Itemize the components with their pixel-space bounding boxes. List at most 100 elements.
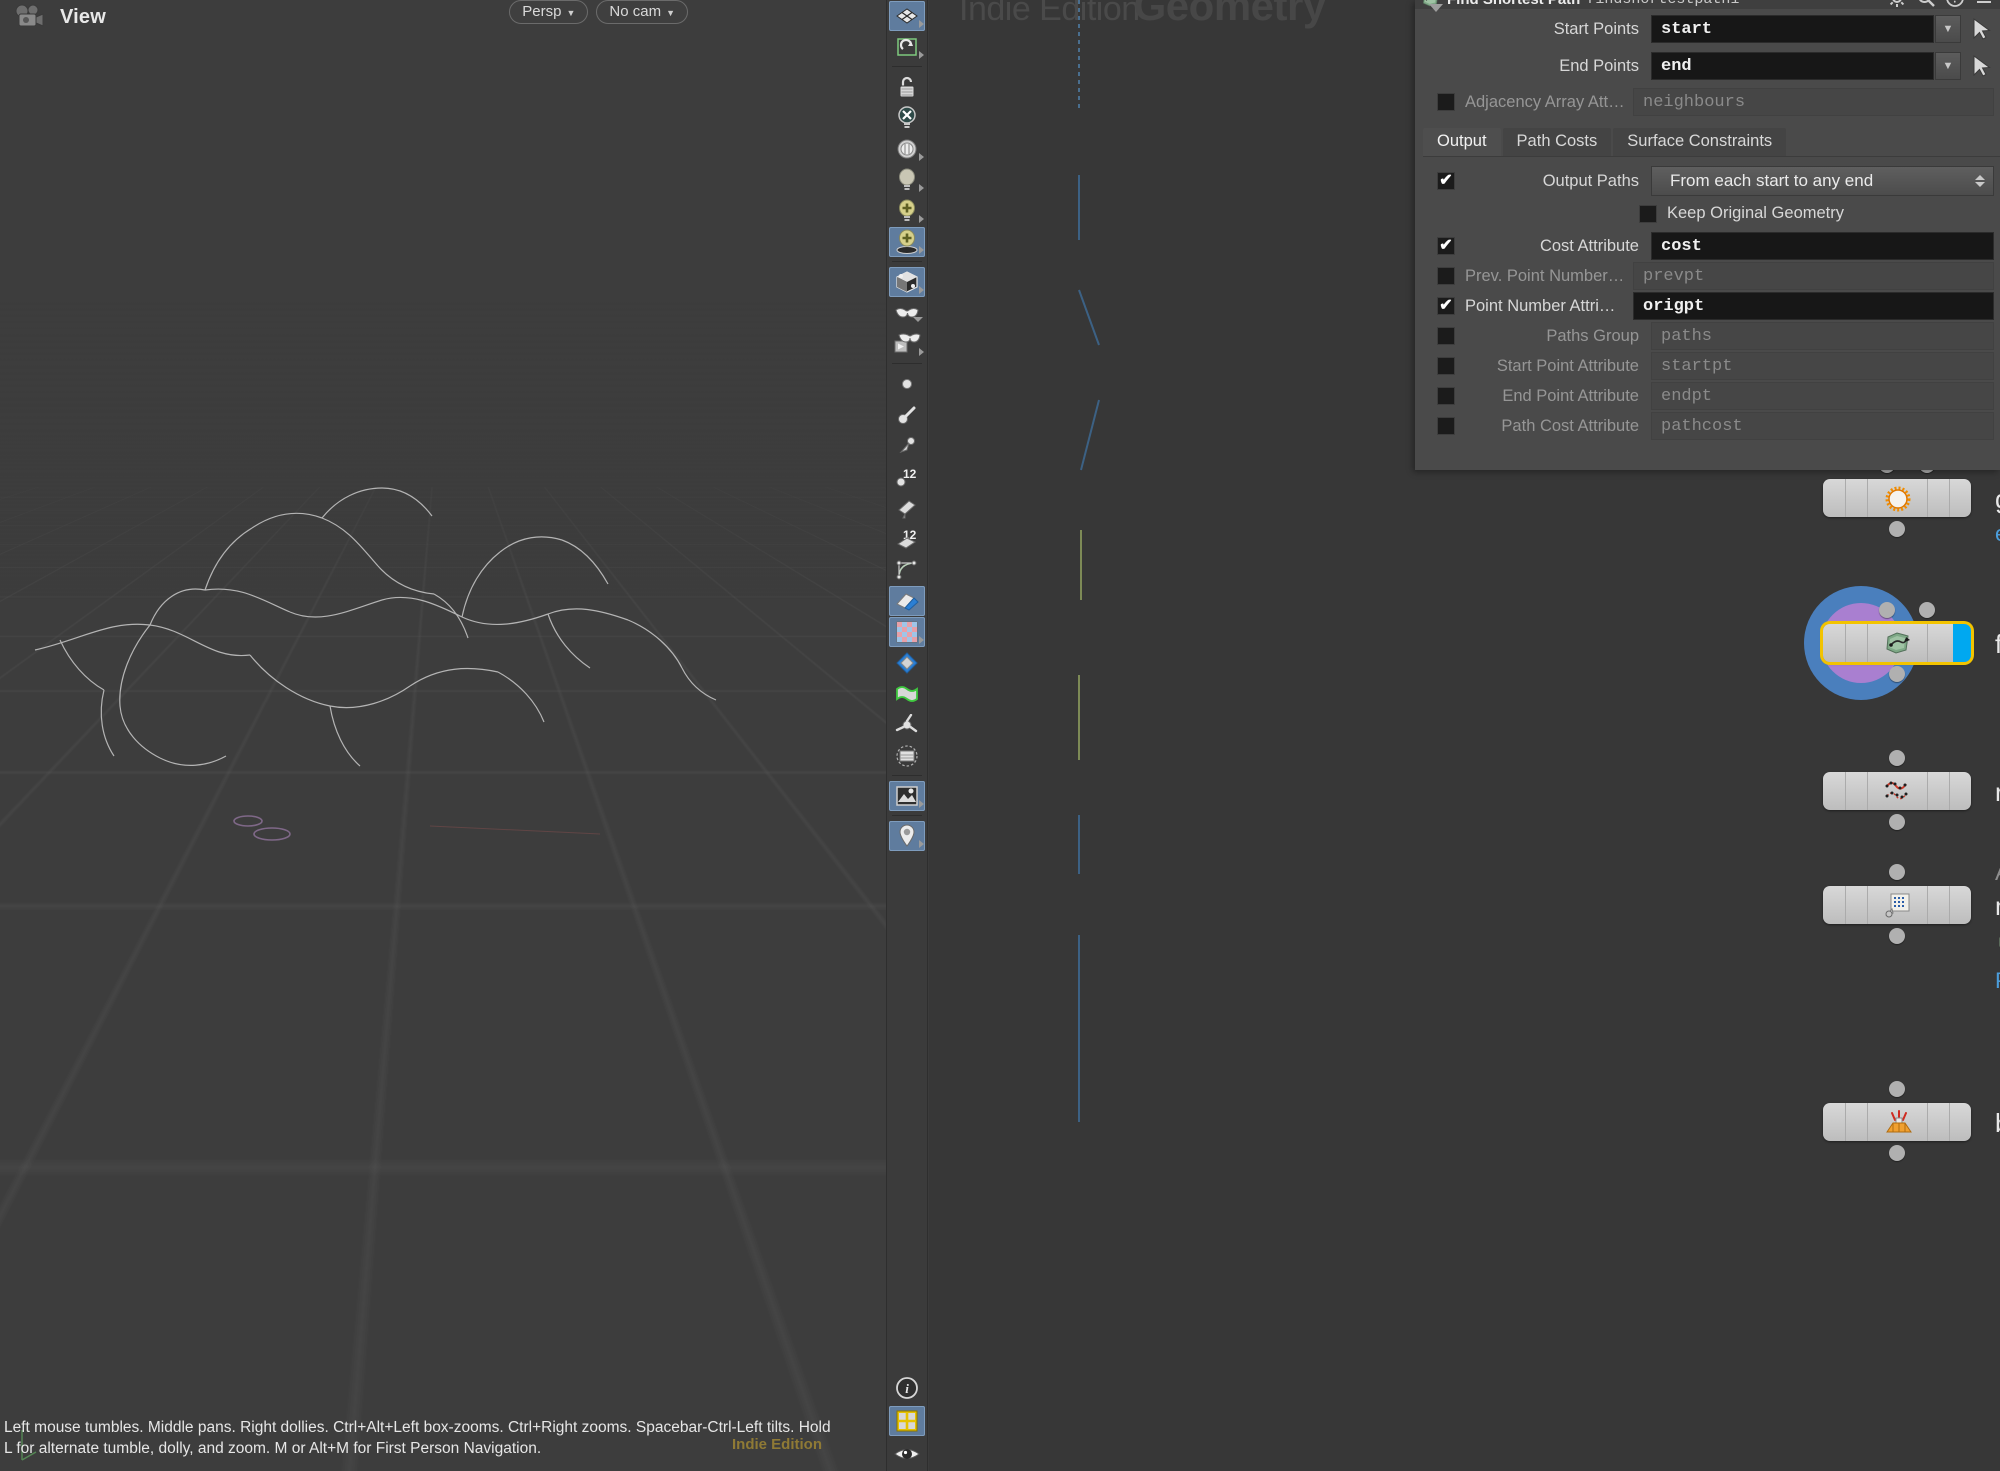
handle-tool-icon[interactable]: [889, 32, 925, 62]
deform-icon[interactable]: [889, 679, 925, 709]
parameter-pane-header-icons[interactable]: ?: [1887, 0, 1994, 8]
parameter-tabs[interactable]: Output Path Costs Surface Constraints: [1423, 127, 2000, 157]
param-row-prev-point-number[interactable]: Prev. Point Number… prevpt: [1415, 262, 2000, 290]
point-number-attribute-input[interactable]: origpt: [1633, 292, 1994, 320]
start-points-input[interactable]: start: [1651, 15, 1934, 43]
material-icon[interactable]: [889, 648, 925, 678]
end-points-input[interactable]: end: [1651, 52, 1934, 80]
eye-visibility-icon[interactable]: [889, 1439, 925, 1469]
select-tool-icon[interactable]: [889, 1, 925, 31]
viewport-toolbar[interactable]: 12 12 i: [886, 0, 928, 1471]
point-display-icon[interactable]: [889, 369, 925, 399]
cost-attribute-input[interactable]: cost: [1651, 232, 1994, 260]
node-input-port[interactable]: [1889, 864, 1905, 880]
adjacency-array-checkbox[interactable]: [1437, 93, 1455, 111]
info-icon[interactable]: i: [889, 1373, 925, 1403]
pin-marker-icon[interactable]: [889, 821, 925, 851]
displace-icon[interactable]: [889, 586, 925, 616]
parameter-pane[interactable]: Find Shortest Path findshortestpath1 ? S…: [1415, 0, 2000, 470]
node-body[interactable]: [1823, 624, 1971, 662]
paths-group-checkbox[interactable]: [1437, 327, 1455, 345]
param-row-adjacency-array[interactable]: Adjacency Array Att… neighbours: [1415, 88, 2000, 116]
normals-icon[interactable]: [889, 400, 925, 430]
node-body[interactable]: [1823, 479, 1971, 517]
point-number-attribute-checkbox[interactable]: ✔: [1437, 297, 1455, 315]
prim-numbers-icon[interactable]: 12: [889, 524, 925, 554]
vectors-icon[interactable]: [889, 431, 925, 461]
light-off-icon[interactable]: [889, 165, 925, 195]
tab-output[interactable]: Output: [1423, 128, 1501, 156]
end-points-menu-button[interactable]: ▼: [1935, 52, 1961, 80]
param-row-cost-attribute[interactable]: ✔ Cost Attribute cost: [1415, 232, 2000, 260]
grid-snap-icon[interactable]: [889, 1406, 925, 1436]
ghost-glasses-icon[interactable]: [889, 298, 925, 328]
param-row-path-cost-attribute[interactable]: Path Cost Attribute pathcost: [1415, 412, 2000, 440]
camera-dropdown[interactable]: No cam ▼: [596, 0, 688, 24]
node-output-port[interactable]: [1889, 521, 1905, 537]
output-paths-checkbox[interactable]: ✔: [1437, 172, 1455, 190]
no-light-icon[interactable]: [889, 103, 925, 133]
lock-icon[interactable]: [889, 72, 925, 102]
path-cost-attribute-input[interactable]: pathcost: [1651, 412, 1994, 440]
param-row-keep-original-geometry[interactable]: Keep Original Geometry: [1639, 204, 2000, 223]
node-output-port[interactable]: [1889, 1145, 1905, 1161]
param-row-output-paths[interactable]: ✔ Output Paths From each start to any en…: [1415, 166, 2000, 196]
cost-attribute-checkbox[interactable]: ✔: [1437, 237, 1455, 255]
param-row-paths-group[interactable]: Paths Group paths: [1415, 322, 2000, 350]
node-body[interactable]: [1823, 886, 1971, 924]
param-row-end-points[interactable]: End Points end ▼: [1415, 52, 2000, 80]
prim-display-icon[interactable]: [889, 493, 925, 523]
help-icon[interactable]: ?: [1945, 0, 1965, 8]
start-point-attribute-input[interactable]: startpt: [1651, 352, 1994, 380]
viewport[interactable]: View Persp ▼ No cam ▼ Left mouse tumbles…: [0, 0, 886, 1471]
start-point-attribute-checkbox[interactable]: [1437, 357, 1455, 375]
light-add-icon[interactable]: [889, 196, 925, 226]
background-image-icon[interactable]: [889, 781, 925, 811]
start-points-menu-button[interactable]: ▼: [1935, 15, 1961, 43]
display-flag[interactable]: [1953, 624, 1971, 662]
viewport-camera-pills[interactable]: Persp ▼ No cam ▼: [509, 0, 688, 24]
headlight-icon[interactable]: [889, 134, 925, 164]
persp-dropdown[interactable]: Persp ▼: [509, 0, 589, 24]
param-row-start-points[interactable]: Start Points start ▼: [1415, 15, 2000, 43]
start-points-jump-button[interactable]: [1968, 16, 1994, 42]
search-icon[interactable]: [1916, 0, 1936, 8]
curve-hull-icon[interactable]: [889, 555, 925, 585]
xray-glasses-icon[interactable]: [889, 329, 925, 359]
tab-surface-constraints[interactable]: Surface Constraints: [1613, 128, 1787, 156]
chevron-down-icon[interactable]: [1429, 4, 1443, 12]
node-input-port-2[interactable]: [1919, 602, 1935, 618]
menu-icon[interactable]: [1974, 0, 1994, 8]
node-output-port[interactable]: [1889, 666, 1905, 682]
end-points-jump-button[interactable]: [1968, 53, 1994, 79]
end-point-attribute-checkbox[interactable]: [1437, 387, 1455, 405]
node-input-port[interactable]: [1889, 1081, 1905, 1097]
node-input-port[interactable]: [1889, 750, 1905, 766]
node-body[interactable]: [1823, 772, 1971, 810]
adjacency-array-input[interactable]: neighbours: [1633, 88, 1994, 116]
param-row-point-number-attribute[interactable]: ✔ Point Number Attri… origpt: [1415, 292, 2000, 320]
tab-path-costs[interactable]: Path Costs: [1502, 128, 1612, 156]
texture-icon[interactable]: [889, 617, 925, 647]
prev-point-number-input[interactable]: prevpt: [1633, 262, 1994, 290]
spinner-icon[interactable]: [1975, 175, 1985, 187]
output-paths-dropdown[interactable]: From each start to any end: [1651, 166, 1994, 196]
paths-group-input[interactable]: paths: [1651, 322, 1994, 350]
prev-point-number-checkbox[interactable]: [1437, 267, 1455, 285]
node-body[interactable]: [1823, 1103, 1971, 1141]
light-ground-icon[interactable]: [889, 227, 925, 257]
particles-icon[interactable]: [889, 710, 925, 740]
shading-cube-icon[interactable]: [889, 267, 925, 297]
keep-original-geometry-checkbox[interactable]: [1639, 204, 1657, 223]
volume-icon[interactable]: [889, 741, 925, 771]
node-input-port[interactable]: [1879, 602, 1895, 618]
param-row-end-point-attribute[interactable]: End Point Attribute endpt: [1415, 382, 2000, 410]
node-output-port[interactable]: [1889, 928, 1905, 944]
gear-icon[interactable]: [1887, 0, 1907, 8]
blast-icon: [1884, 1109, 1912, 1135]
path-cost-attribute-checkbox[interactable]: [1437, 417, 1455, 435]
node-output-port[interactable]: [1889, 814, 1905, 830]
point-numbers-icon[interactable]: 12: [889, 462, 925, 492]
param-row-start-point-attribute[interactable]: Start Point Attribute startpt: [1415, 352, 2000, 380]
end-point-attribute-input[interactable]: endpt: [1651, 382, 1994, 410]
